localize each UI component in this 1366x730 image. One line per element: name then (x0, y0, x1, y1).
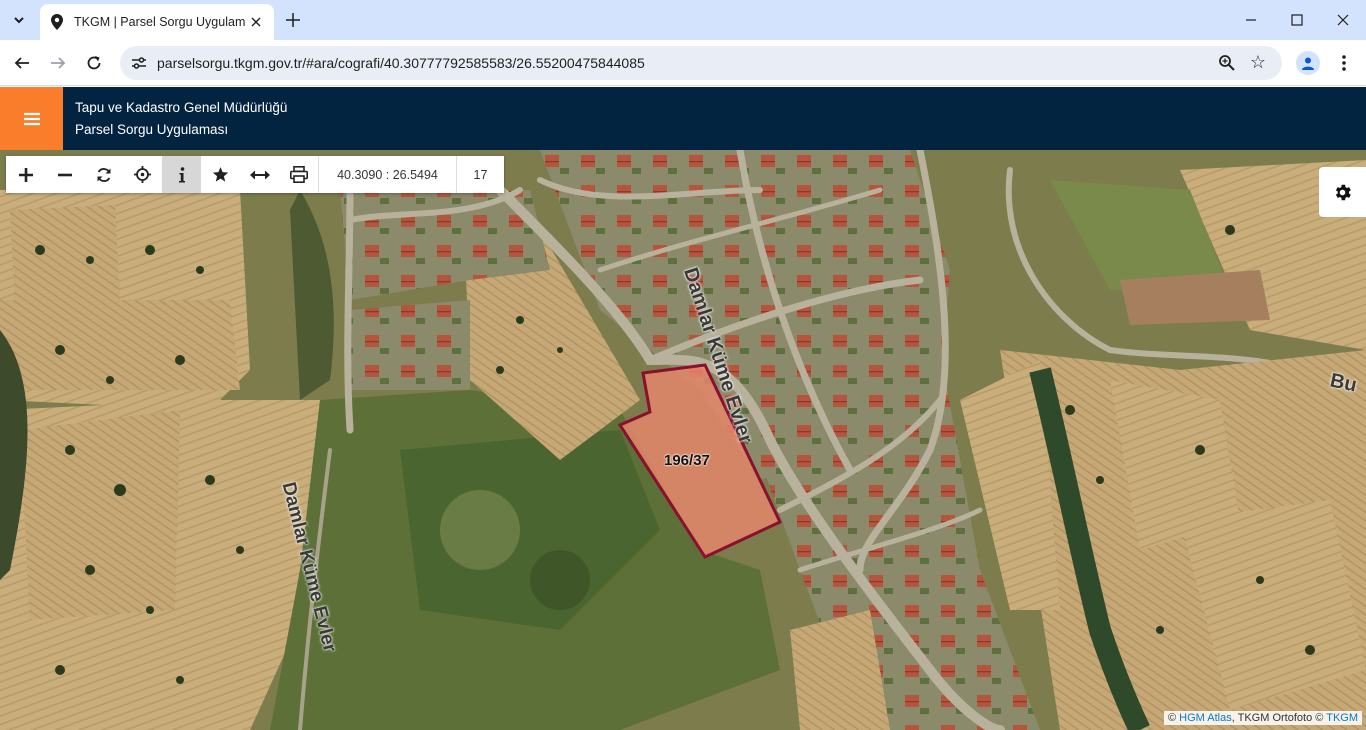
maximize-button[interactable] (1274, 0, 1320, 40)
reload-icon (87, 56, 101, 70)
forward-button[interactable] (44, 49, 72, 77)
refresh-icon (97, 167, 110, 182)
attribution-middle: , TKGM Ortofoto © (1231, 712, 1324, 724)
browser-menu-icon[interactable] (1334, 51, 1354, 75)
browser-toolbar: parselsorgu.tkgm.gov.tr/#ara/cografi/40.… (0, 40, 1366, 86)
tab-close-icon[interactable] (248, 14, 264, 30)
hgm-atlas-link[interactable]: HGM Atlas (1179, 712, 1232, 724)
address-bar[interactable]: parselsorgu.tkgm.gov.tr/#ara/cografi/40.… (120, 46, 1282, 80)
profile-avatar-icon[interactable] (1296, 51, 1320, 75)
app-header: Tapu ve Kadastro Genel Müdürlüğü Parsel … (0, 87, 1366, 150)
browser-tab-active[interactable]: TKGM | Parsel Sorgu Uygulaması (40, 4, 274, 40)
zoom-icon[interactable] (1218, 54, 1236, 72)
close-icon (1337, 14, 1349, 26)
hamburger-icon (23, 112, 40, 125)
app-name: Parsel Sorgu Uygulaması (75, 122, 229, 137)
new-tab-button[interactable] (282, 9, 304, 31)
app-title-block: Tapu ve Kadastro Genel Müdürlüğü Parsel … (75, 97, 287, 141)
arrows-horizontal-icon (249, 170, 270, 179)
map-attribution: © HGM Atlas, TKGM Ortofoto © TKGM (1163, 711, 1362, 725)
map-canvas[interactable]: Damlar Küme Evler Damlar Küme Evler Bu (0, 150, 1366, 730)
minimize-button[interactable] (1228, 0, 1274, 40)
arrow-right-icon (51, 57, 66, 69)
zoom-out-button[interactable] (45, 156, 84, 193)
minimize-icon (1246, 19, 1256, 21)
reload-button[interactable] (80, 49, 108, 77)
tab-title: TKGM | Parsel Sorgu Uygulaması (74, 15, 246, 29)
tkgm-link[interactable]: TKGM (1326, 712, 1358, 724)
crosshair-icon (134, 166, 151, 183)
refresh-button[interactable] (84, 156, 123, 193)
locate-button[interactable] (123, 156, 162, 193)
zoom-level: 17 (456, 156, 504, 193)
favorites-button[interactable] (201, 156, 240, 193)
info-icon (178, 166, 185, 182)
url-text[interactable]: parselsorgu.tkgm.gov.tr/#ara/cografi/40.… (157, 55, 645, 71)
cursor-coordinates: 40.3090 : 26.5494 (318, 156, 456, 193)
plus-icon (286, 13, 300, 27)
map-toolbar: 40.3090 : 26.5494 17 (6, 156, 504, 193)
bookmark-star-icon[interactable]: ☆ (1248, 52, 1268, 72)
back-button[interactable] (8, 49, 36, 77)
map-settings-button[interactable] (1319, 167, 1366, 217)
parcel-number-label[interactable]: 196/37 (664, 452, 710, 469)
location-pin-icon (50, 14, 64, 30)
hamburger-menu-button[interactable] (0, 87, 63, 150)
star-icon (212, 167, 229, 182)
attribution-prefix: © (1167, 712, 1177, 724)
org-name: Tapu ve Kadastro Genel Müdürlüğü (75, 100, 288, 115)
browser-tab-strip: TKGM | Parsel Sorgu Uygulaması (0, 0, 1366, 40)
minus-icon (57, 173, 72, 176)
zoom-in-button[interactable] (6, 156, 45, 193)
measure-button[interactable] (240, 156, 279, 193)
print-button[interactable] (279, 156, 318, 193)
maximize-icon (1291, 14, 1303, 26)
info-button[interactable] (162, 156, 201, 193)
chevron-down-icon (14, 17, 24, 24)
close-window-button[interactable] (1320, 0, 1366, 40)
gear-icon (1335, 184, 1351, 200)
site-info-icon[interactable] (130, 54, 148, 72)
tab-search-button[interactable] (6, 8, 32, 32)
arrow-left-icon (14, 57, 29, 69)
print-icon (289, 166, 308, 183)
plus-icon (18, 167, 33, 182)
satellite-imagery (0, 150, 1366, 730)
